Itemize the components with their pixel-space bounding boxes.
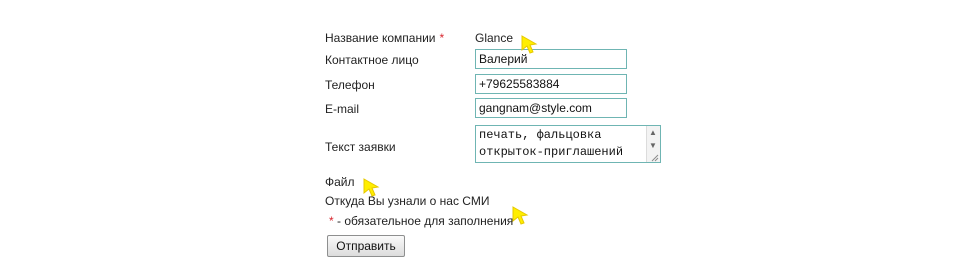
- submit-button[interactable]: Отправить: [327, 235, 405, 257]
- email-field[interactable]: [475, 98, 627, 118]
- company-value: Glance: [475, 31, 514, 45]
- phone-field[interactable]: [475, 74, 627, 94]
- request-label: Текст заявки: [325, 140, 396, 154]
- file-label: Файл: [325, 175, 355, 189]
- resize-grip-icon[interactable]: [650, 153, 659, 162]
- required-note: * - обязательное для заполнения: [329, 214, 513, 228]
- company-label: Название компании *: [325, 31, 445, 45]
- scroll-down-arrow-icon[interactable]: ▼: [649, 142, 657, 150]
- source-value: СМИ: [462, 194, 490, 208]
- email-label: E-mail: [325, 102, 360, 116]
- contact-field[interactable]: [475, 49, 627, 69]
- scroll-up-arrow-icon[interactable]: ▲: [649, 129, 657, 137]
- cursor-arrow-icon: [363, 178, 380, 197]
- cursor-arrow-icon: [521, 35, 538, 54]
- source-row: Откуда Вы узнали о нас СМИ: [325, 194, 489, 208]
- contact-label: Контактное лицо: [325, 53, 419, 67]
- required-note-text: - обязательное для заполнения: [337, 214, 514, 228]
- required-note-asterisk: *: [329, 214, 334, 228]
- required-asterisk: *: [439, 31, 445, 45]
- source-label: Откуда Вы узнали о нас: [325, 194, 459, 208]
- cursor-arrow-icon: [512, 206, 529, 225]
- request-textarea[interactable]: печать, фальцовка открыток-приглашений: [475, 125, 661, 163]
- phone-label: Телефон: [325, 78, 375, 92]
